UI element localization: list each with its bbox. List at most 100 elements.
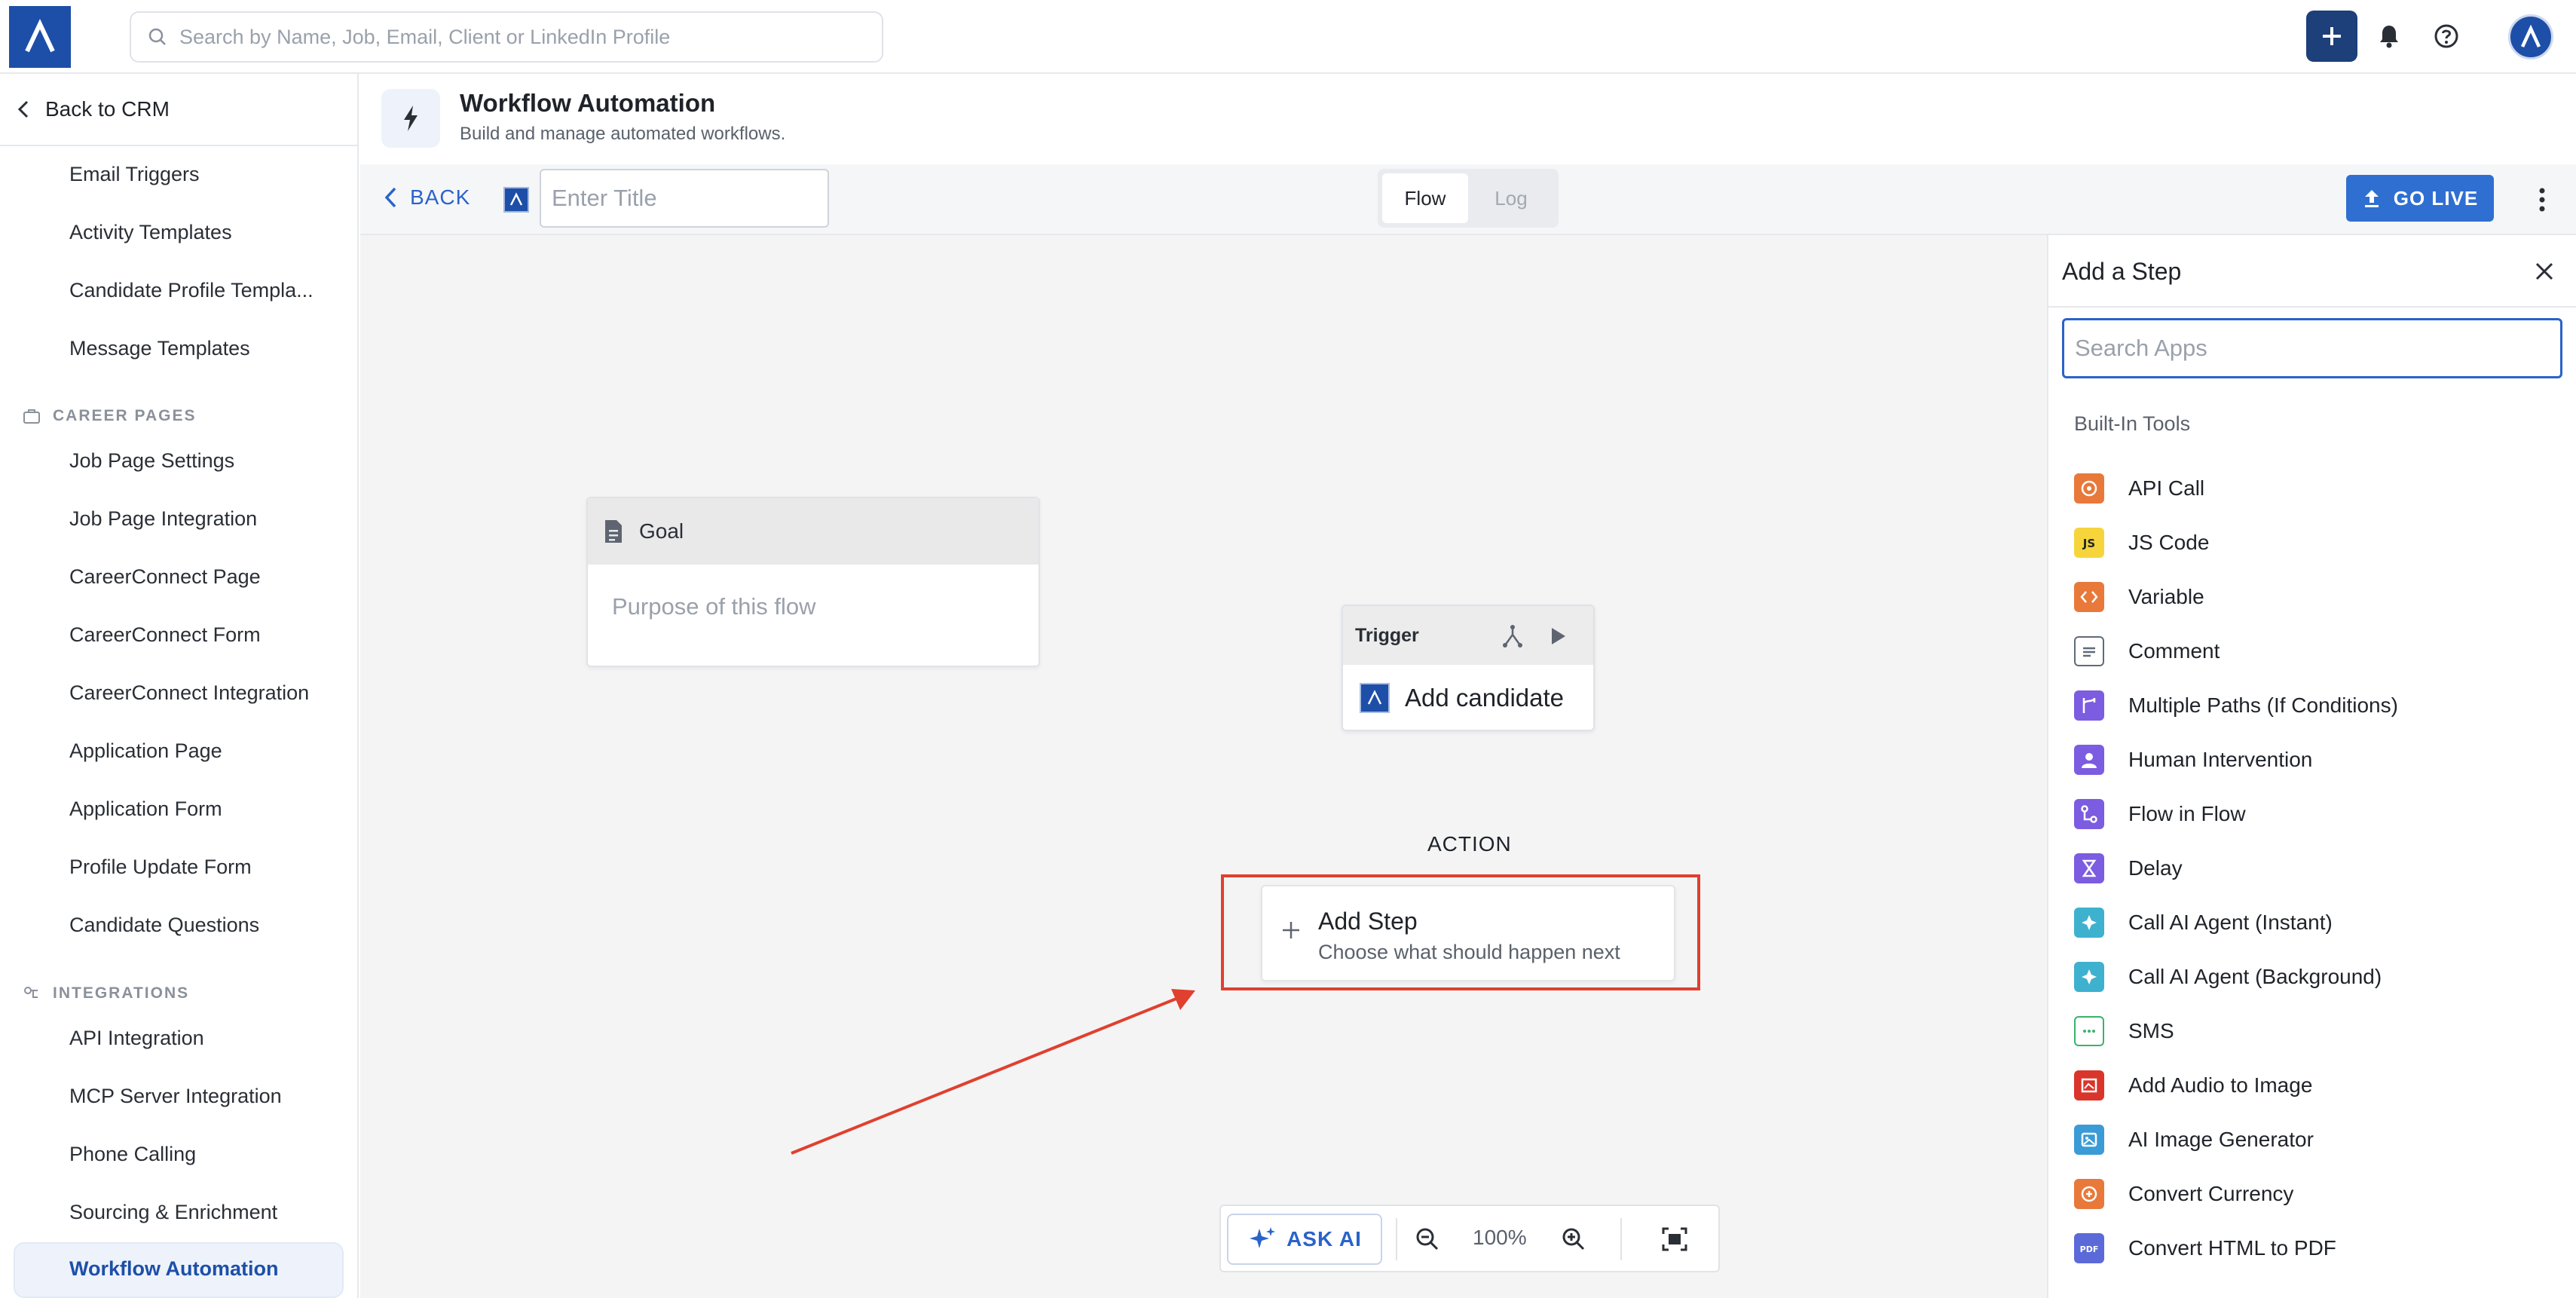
sidebar-item-job-page-settings[interactable]: Job Page Settings [69, 449, 234, 473]
plus-icon [2323, 27, 2341, 45]
sidebar-item-message-templates[interactable]: Message Templates [69, 337, 250, 360]
panel-title: Add a Step [2062, 258, 2182, 285]
tool-human-intervention[interactable]: Human Intervention [2074, 737, 2312, 782]
integrations-icon [24, 987, 38, 998]
tool-delay[interactable]: Delay [2074, 846, 2183, 891]
code-brackets-icon [2074, 582, 2104, 612]
search-apps-input[interactable] [2062, 318, 2562, 378]
tab-flow[interactable]: Flow [1382, 173, 1468, 223]
back-to-crm-link[interactable]: Back to CRM [0, 74, 357, 146]
lightning-icon [404, 106, 418, 131]
sidebar-item-candidate-profile-templates[interactable]: Candidate Profile Templa... [69, 279, 314, 302]
goal-card-header: Goal [588, 498, 1039, 565]
sidebar-item-email-triggers[interactable]: Email Triggers [69, 163, 200, 186]
page-title: Workflow Automation [460, 89, 716, 117]
divider [1620, 1218, 1622, 1260]
image-generator-icon [2074, 1125, 2104, 1155]
play-icon[interactable] [1548, 626, 1568, 647]
trigger-event: Add candidate [1343, 665, 1593, 730]
go-live-button[interactable]: GO LIVE [2346, 175, 2494, 222]
trigger-event-label: Add candidate [1405, 684, 1565, 712]
tool-comment[interactable]: Comment [2074, 629, 2220, 674]
search-icon [148, 28, 166, 45]
workflow-title-input[interactable] [540, 169, 829, 228]
sidebar-item-phone-calling[interactable]: Phone Calling [69, 1143, 196, 1166]
built-in-tools-heading: Built-In Tools [2074, 412, 2191, 435]
goal-purpose-field[interactable]: Purpose of this flow [588, 565, 1039, 620]
tool-variable[interactable]: Variable [2074, 574, 2204, 620]
canvas-controls: ASK AI 100% [1219, 1205, 1720, 1272]
tool-label: Convert HTML to PDF [2128, 1236, 2336, 1260]
tool-js-code[interactable]: JS JS Code [2074, 520, 2209, 565]
sidebar: Back to CRM Email Triggers Activity Temp… [0, 74, 359, 1298]
global-search[interactable] [130, 11, 883, 63]
ask-ai-label: ASK AI [1286, 1227, 1362, 1251]
ask-ai-button[interactable]: ASK AI [1227, 1214, 1382, 1265]
tool-sms[interactable]: SMS [2074, 1009, 2174, 1054]
back-button-label: BACK [410, 185, 471, 209]
goal-card[interactable]: Goal Purpose of this flow [586, 497, 1040, 667]
tool-label: JS Code [2128, 531, 2210, 554]
tool-api-call[interactable]: API Call [2074, 466, 2204, 511]
upload-icon [2364, 190, 2379, 207]
more-options-button[interactable] [2531, 181, 2553, 219]
sidebar-item-application-page[interactable]: Application Page [69, 739, 222, 763]
workflow-toolbar: BACK Flow Log GO LIVE [360, 164, 2576, 235]
tool-call-ai-agent-instant[interactable]: Call AI Agent (Instant) [2074, 900, 2333, 945]
tool-add-audio-to-image[interactable]: Add Audio to Image [2074, 1063, 2312, 1108]
svg-text:JS: JS [2082, 537, 2095, 550]
annotation-arrow-icon [791, 989, 1195, 1155]
help-icon [2434, 24, 2458, 48]
notifications-button[interactable] [2373, 20, 2406, 53]
sidebar-section-integrations: INTEGRATIONS [23, 984, 189, 1003]
sidebar-section-label: INTEGRATIONS [53, 984, 190, 1002]
tool-multiple-paths[interactable]: Multiple Paths (If Conditions) [2074, 683, 2398, 728]
sidebar-item-careerconnect-integration[interactable]: CareerConnect Integration [69, 681, 309, 705]
global-search-input[interactable] [178, 24, 882, 50]
zoom-in-button[interactable] [1557, 1223, 1590, 1256]
comment-icon [2074, 636, 2104, 666]
sidebar-item-candidate-questions[interactable]: Candidate Questions [69, 914, 259, 937]
sidebar-item-mcp-server-integration[interactable]: MCP Server Integration [69, 1085, 282, 1108]
page-subtitle: Build and manage automated workflows. [460, 124, 786, 144]
sidebar-item-careerconnect-form[interactable]: CareerConnect Form [69, 623, 261, 647]
branch-icon[interactable] [1501, 624, 1524, 648]
tool-label: API Call [2128, 476, 2205, 500]
sidebar-item-careerconnect-page[interactable]: CareerConnect Page [69, 565, 261, 589]
tool-label: Multiple Paths (If Conditions) [2128, 693, 2398, 717]
tab-log[interactable]: Log [1468, 173, 1554, 223]
user-avatar[interactable] [2508, 14, 2553, 60]
kebab-icon [2539, 188, 2545, 212]
back-button[interactable]: BACK [383, 185, 470, 210]
app-logo[interactable] [9, 6, 71, 68]
workflow-app-icon [503, 187, 529, 213]
branch-icon [2074, 690, 2104, 721]
sidebar-item-profile-update-form[interactable]: Profile Update Form [69, 856, 252, 879]
trigger-card[interactable]: Trigger Add candidate [1342, 605, 1595, 731]
fit-view-button[interactable] [1658, 1223, 1691, 1256]
ai-agent-icon [2074, 962, 2104, 992]
help-button[interactable] [2430, 20, 2463, 53]
tool-convert-html-to-pdf[interactable]: PDF Convert HTML to PDF [2074, 1226, 2336, 1271]
sidebar-item-sourcing-enrichment[interactable]: Sourcing & Enrichment [69, 1201, 277, 1224]
flow-icon [2074, 799, 2104, 829]
tool-flow-in-flow[interactable]: Flow in Flow [2074, 791, 2246, 837]
tool-label: Call AI Agent (Instant) [2128, 911, 2333, 934]
tool-ai-image-generator[interactable]: AI Image Generator [2074, 1117, 2314, 1162]
zoom-out-button[interactable] [1411, 1223, 1444, 1256]
tool-call-ai-agent-background[interactable]: Call AI Agent (Background) [2074, 954, 2382, 1000]
tool-convert-currency[interactable]: Convert Currency [2074, 1171, 2293, 1217]
sidebar-item-api-integration[interactable]: API Integration [69, 1027, 204, 1050]
close-panel-button[interactable] [2528, 255, 2561, 288]
zoom-out-icon [1416, 1228, 1439, 1251]
sidebar-item-activity-templates[interactable]: Activity Templates [69, 221, 232, 244]
workflow-canvas[interactable]: Goal Purpose of this flow Trigger Add ca… [360, 235, 2047, 1298]
sidebar-item-job-page-integration[interactable]: Job Page Integration [69, 507, 257, 531]
tool-label: Comment [2128, 639, 2220, 663]
create-button[interactable] [2306, 11, 2357, 62]
sidebar-item-application-form[interactable]: Application Form [69, 797, 222, 821]
zoom-in-icon [1562, 1228, 1585, 1251]
logo-icon [2520, 24, 2541, 47]
divider [1396, 1218, 1397, 1260]
top-bar [0, 0, 2576, 74]
